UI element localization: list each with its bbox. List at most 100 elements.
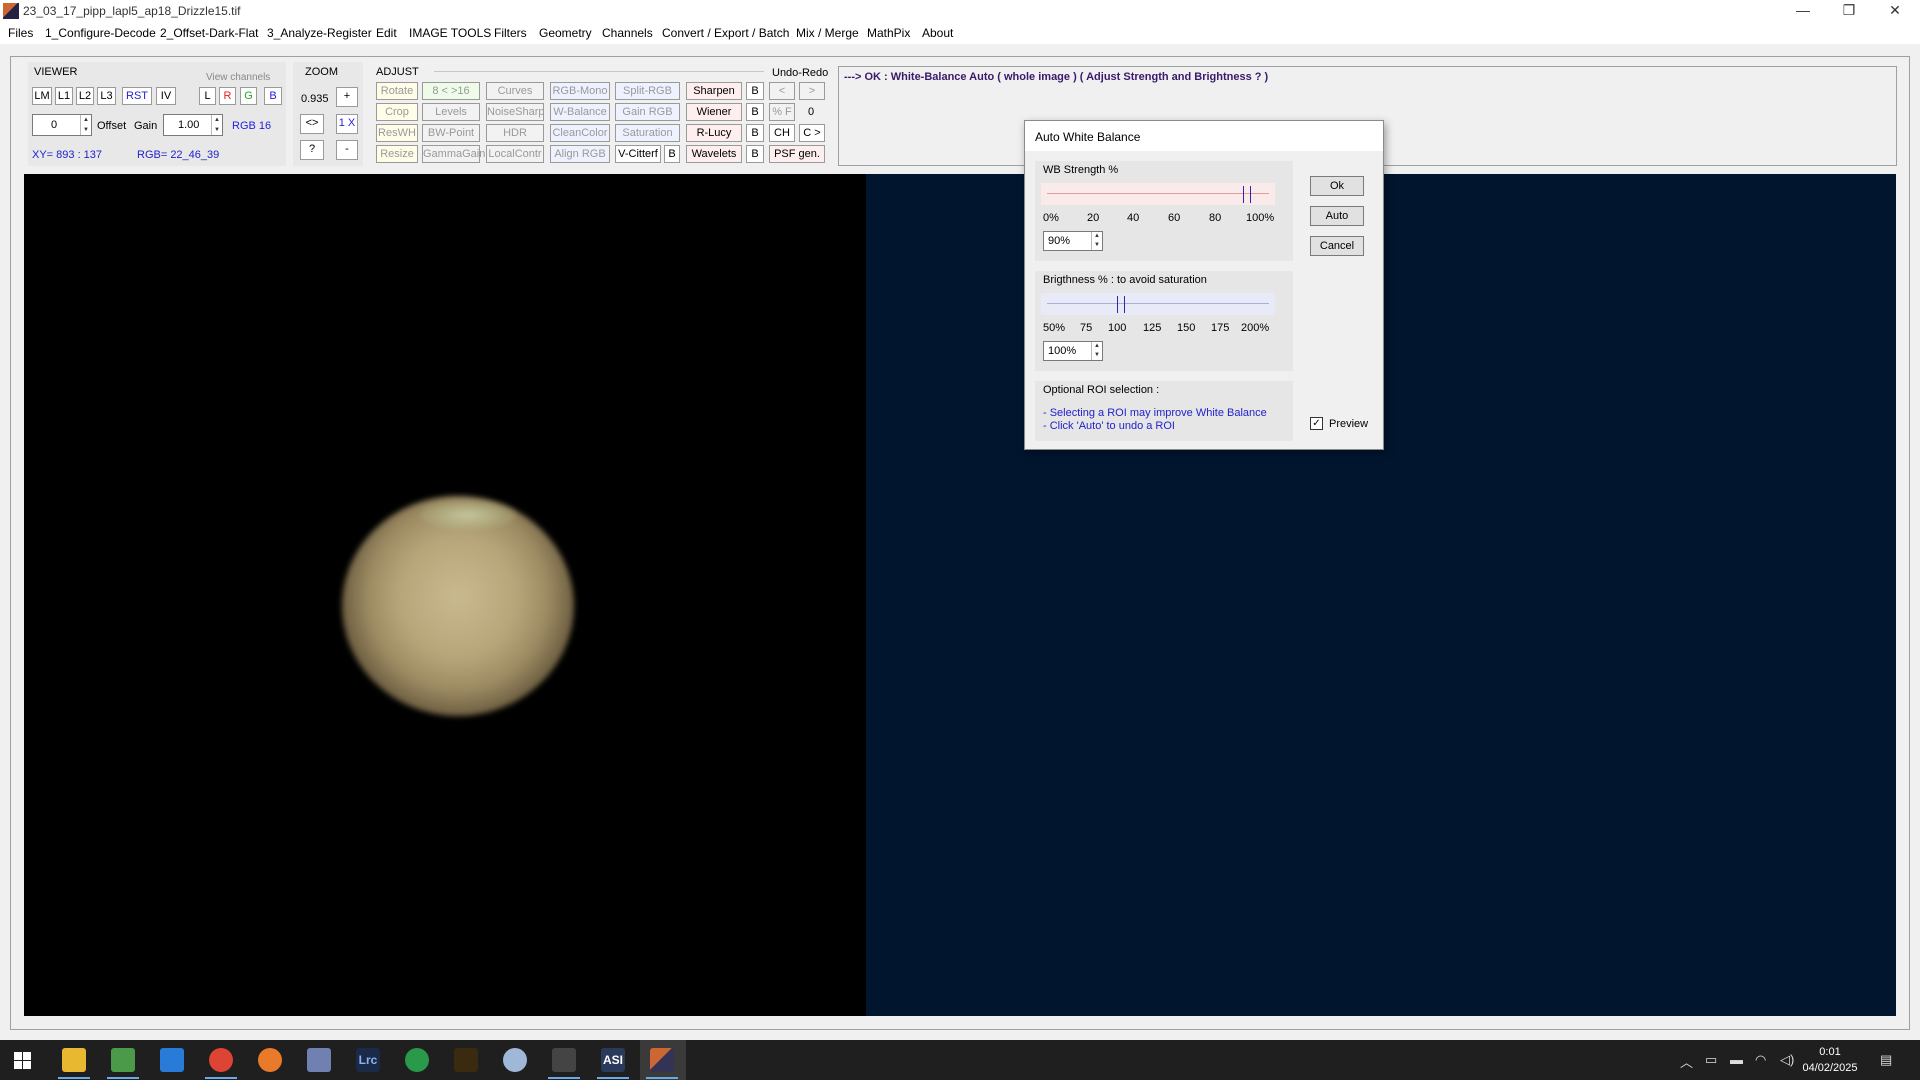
menu-offset-dark-flat[interactable]: 2_Offset-Dark-Flat [160,26,258,40]
network-tool-icon[interactable] [307,1048,331,1072]
wiener-button[interactable]: Wiener [686,103,742,121]
rgb-mono-button[interactable]: RGB-Mono [550,82,610,100]
offset-spin-arrows-icon[interactable]: ▲ ▼ [80,115,91,135]
menu-edit[interactable]: Edit [376,26,397,40]
channel-g-button[interactable]: G [240,87,257,105]
menu-channels[interactable]: Channels [602,26,653,40]
l3-button[interactable]: L3 [97,87,116,105]
menu-convert-export-batch[interactable]: Convert / Export / Batch [662,26,789,40]
notepad-icon[interactable] [111,1048,135,1072]
wavelets-button[interactable]: Wavelets [686,145,742,163]
chevron-up-icon[interactable]: ︿ [1680,1052,1693,1071]
close-button[interactable]: ✕ [1872,0,1918,22]
brightness-spinbox[interactable]: 100% ▲ ▼ [1043,341,1103,361]
wifi-icon[interactable]: ◠ [1755,1052,1766,1068]
zoom-1x-button[interactable]: 1 X [336,114,358,134]
asi-studio-icon[interactable]: ASI [601,1048,625,1072]
zoom-out-button[interactable]: - [336,140,358,160]
redo-button[interactable]: > [799,82,825,100]
v-citterf-button[interactable]: V-Citterf [615,145,661,163]
auto-button[interactable]: Auto [1310,206,1364,226]
channel-r-button[interactable]: R [219,87,236,105]
wincast-icon[interactable] [650,1048,674,1072]
preview-checkbox[interactable]: ✓ [1310,417,1323,430]
image-viewer[interactable] [24,174,866,1016]
menu-about[interactable]: About [922,26,953,40]
resize-button[interactable]: Resize [376,145,418,163]
notifications-icon[interactable]: ▤ [1880,1052,1892,1068]
percent-f-button[interactable]: % F [769,103,795,121]
wavelets-b-button[interactable]: B [746,145,764,163]
localcontr-button[interactable]: LocalContr [486,145,544,163]
lm-button[interactable]: LM [32,87,52,105]
rst-button[interactable]: RST [122,87,152,105]
menu-mix-merge[interactable]: Mix / Merge [796,26,859,40]
split-rgb-button[interactable]: Split-RGB [615,82,680,100]
cleancolor-button[interactable]: CleanColor [550,124,610,142]
firefox-icon[interactable] [258,1048,282,1072]
sharpen-b-button[interactable]: B [746,82,764,100]
minimize-button[interactable]: — [1780,0,1826,22]
gain-rgb-button[interactable]: Gain RGB [615,103,680,121]
channel-b-button[interactable]: B [264,87,282,105]
vscode-icon[interactable] [160,1048,184,1072]
paint-app-icon[interactable] [503,1048,527,1072]
dialog-title-bar[interactable]: Auto White Balance [1025,121,1383,151]
menu-geometry[interactable]: Geometry [539,26,592,40]
menu-image-tools[interactable]: IMAGE TOOLS [409,26,491,40]
zoom-fit-button[interactable]: <> [300,114,324,134]
gain-spinbox[interactable]: 1.00 ▲ ▼ [163,114,223,136]
clock[interactable]: 0:01 04/02/2025 [1800,1044,1860,1076]
l2-button[interactable]: L2 [76,87,94,105]
bit-depth-button[interactable]: 8 < >16 [422,82,480,100]
rotate-button[interactable]: Rotate [376,82,418,100]
astro-app-icon[interactable] [454,1048,478,1072]
chrome-icon[interactable] [209,1048,233,1072]
restore-button[interactable]: ❐ [1826,0,1872,22]
wb-strength-spinbox[interactable]: 90% ▲ ▼ [1043,231,1103,251]
psf-gen-button[interactable]: PSF gen. [769,145,825,163]
brightness-slider-thumb[interactable] [1117,296,1125,313]
gps-app-icon[interactable] [405,1048,429,1072]
offset-spinbox[interactable]: 0 ▲ ▼ [32,114,92,136]
device-icon[interactable]: ▭ [1705,1052,1717,1068]
battery-icon[interactable]: ▬ [1730,1052,1743,1067]
r-lucy-button[interactable]: R-Lucy [686,124,742,142]
file-explorer-icon[interactable] [62,1048,86,1072]
hdr-button[interactable]: HDR [486,124,544,142]
menu-configure-decode[interactable]: 1_Configure-Decode [45,26,156,40]
ok-button[interactable]: Ok [1310,176,1364,196]
l1-button[interactable]: L1 [55,87,73,105]
noisesharp-button[interactable]: NoiseSharp [486,103,544,121]
zoom-in-button[interactable]: + [336,87,358,107]
wb-spin-arrows-icon[interactable]: ▲ ▼ [1091,232,1102,250]
menu-filters[interactable]: Filters [494,26,527,40]
wiener-b-button[interactable]: B [746,103,764,121]
levels-button[interactable]: Levels [422,103,480,121]
w-balance-button[interactable]: W-Balance [550,103,610,121]
lightroom-classic-icon[interactable]: Lrc [356,1048,380,1072]
cancel-button[interactable]: Cancel [1310,236,1364,256]
sharpen-button[interactable]: Sharpen [686,82,742,100]
crop-button[interactable]: Crop [376,103,418,121]
v-citterf-b-button[interactable]: B [664,145,680,163]
wb-slider-thumb[interactable] [1242,186,1251,203]
menu-analyze-register[interactable]: 3_Analyze-Register [267,26,372,40]
undo-button[interactable]: < [769,82,795,100]
brightness-slider[interactable] [1041,293,1275,315]
wb-strength-slider[interactable] [1041,183,1275,205]
gain-spin-arrows-icon[interactable]: ▲ ▼ [211,115,222,135]
ch-button[interactable]: CH [769,124,795,142]
gammagain-button[interactable]: GammaGain [422,145,485,163]
iv-button[interactable]: IV [156,87,176,105]
reswh-button[interactable]: ResWH [376,124,418,142]
volume-icon[interactable]: ◁) [1780,1052,1794,1068]
menu-mathpix[interactable]: MathPix [867,26,910,40]
curves-button[interactable]: Curves [486,82,544,100]
channel-l-button[interactable]: L [199,87,216,105]
c-next-button[interactable]: C > [799,124,825,142]
saturation-button[interactable]: Saturation [615,124,680,142]
stacker-app-icon[interactable] [552,1048,576,1072]
align-rgb-button[interactable]: Align RGB [550,145,610,163]
menu-files[interactable]: Files [8,26,33,40]
